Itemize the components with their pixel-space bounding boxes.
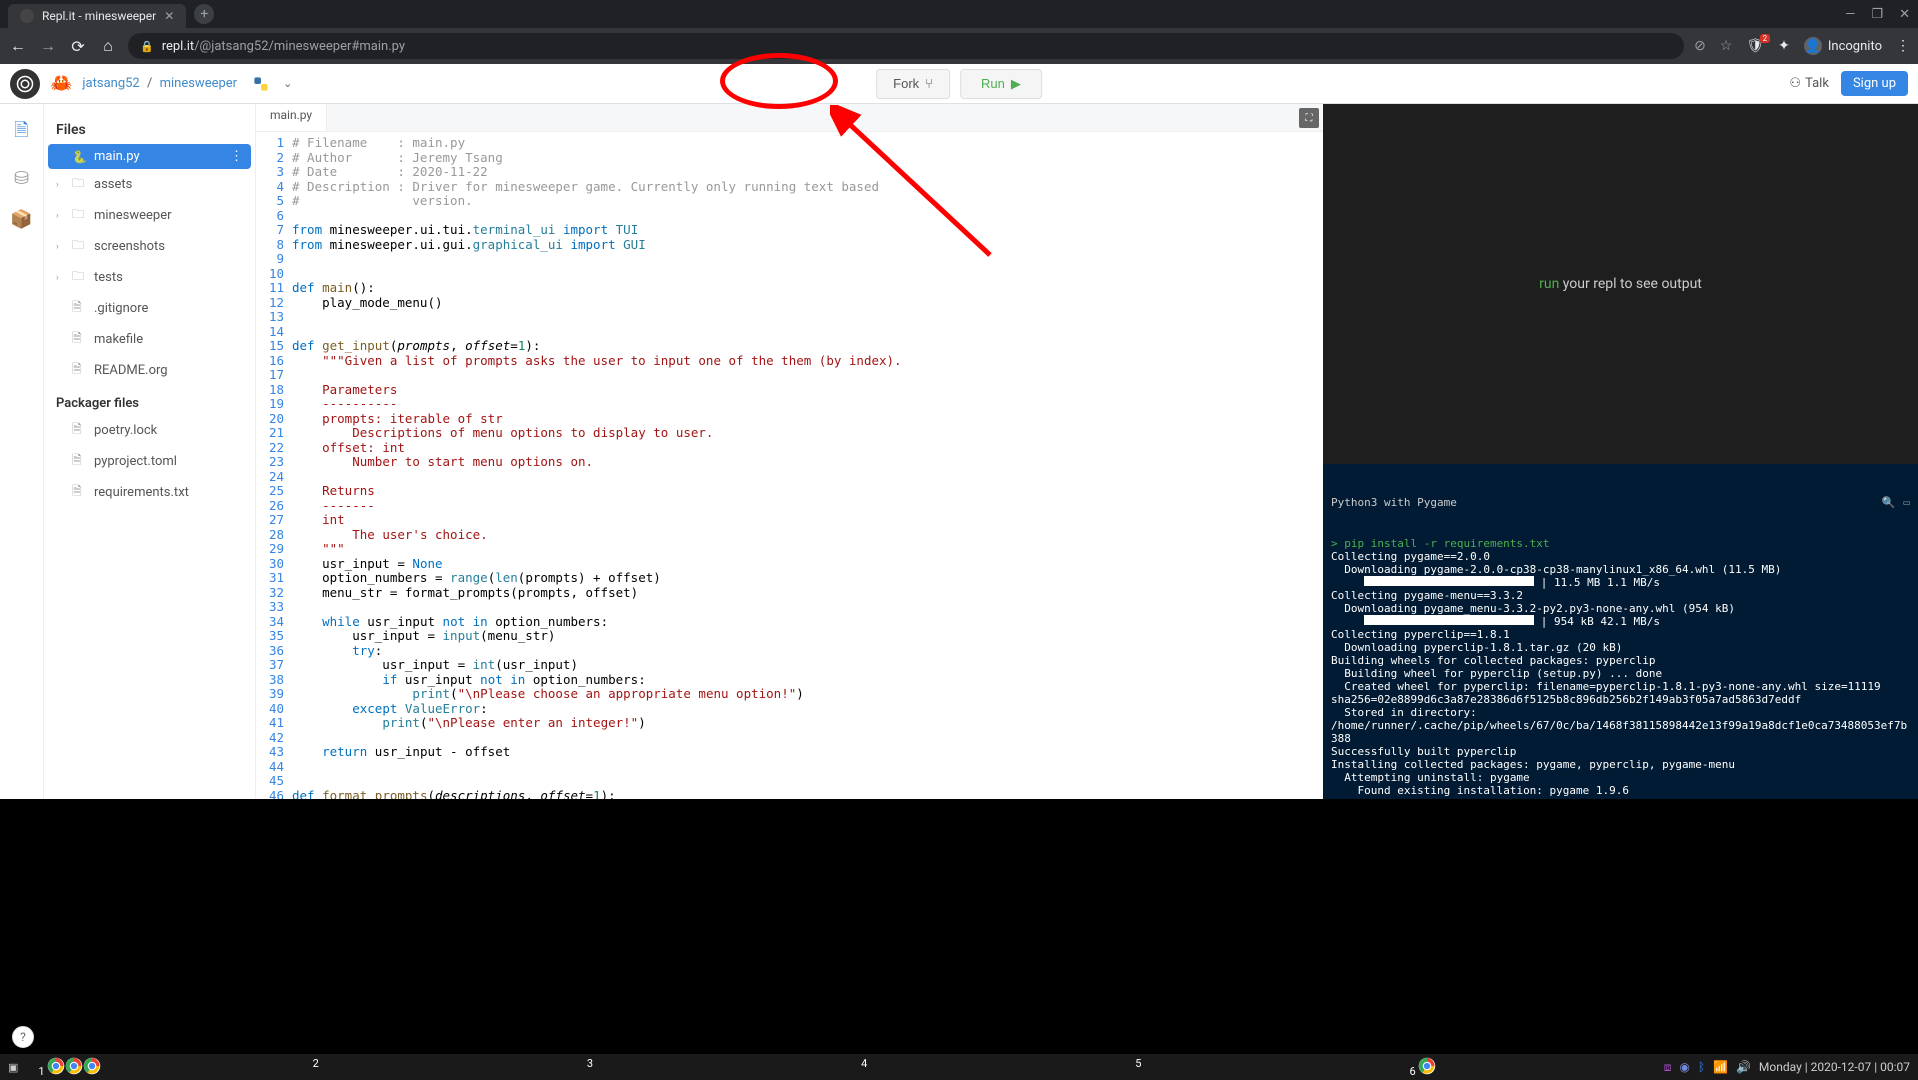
puzzle-icon[interactable]: ✦ <box>1778 38 1790 54</box>
files-heading: Files <box>48 116 251 144</box>
url-input[interactable]: 🔒 repl.it/@jatsang52/minesweeper#main.py <box>128 33 1684 59</box>
run-button[interactable]: Run ▶ <box>960 69 1042 99</box>
run-link[interactable]: run <box>1539 276 1559 292</box>
forward-icon[interactable]: → <box>38 36 58 56</box>
package-rail-icon[interactable]: 📦 <box>10 209 32 230</box>
breadcrumb-repo[interactable]: minesweeper <box>160 76 238 91</box>
file-item-screenshots[interactable]: ›🗀screenshots <box>48 231 251 262</box>
workspace-5[interactable]: 5 <box>1115 1057 1389 1078</box>
menu-icon[interactable]: ⋮ <box>1896 38 1910 54</box>
ublock-icon[interactable]: 🛡2 <box>1746 38 1764 54</box>
file-item-makefile[interactable]: 🗎makefile <box>48 324 251 355</box>
extensions-area: ⊘ ☆ 🛡2 ✦ 👤 Incognito ⋮ <box>1694 37 1910 55</box>
window-controls: — ❐ ✕ <box>1845 7 1910 22</box>
replit-logo[interactable] <box>10 69 40 99</box>
tab-title: Repl.it - minesweeper <box>42 9 156 23</box>
terminal-taskbar-icon[interactable]: ▣ <box>8 1061 18 1074</box>
url-text: repl.it/@jatsang52/minesweeper#main.py <box>162 39 405 54</box>
clock: Monday | 2020-12-07 | 00:07 <box>1759 1060 1910 1074</box>
database-rail-icon[interactable]: ⛁ <box>14 168 29 189</box>
new-tab-button[interactable]: + <box>194 4 214 24</box>
back-icon[interactable]: ← <box>8 36 28 56</box>
star-icon[interactable]: ☆ <box>1720 38 1733 54</box>
reload-icon[interactable]: ⟳ <box>68 37 88 56</box>
eye-off-icon[interactable]: ⊘ <box>1694 38 1706 54</box>
packager-item-poetry-lock[interactable]: 🗎poetry.lock <box>48 415 251 446</box>
expand-icon[interactable]: ⛶ <box>1299 108 1319 128</box>
close-icon[interactable]: ✕ <box>164 9 174 23</box>
terminal-settings-icon[interactable]: ▭ <box>1903 496 1910 509</box>
file-item-tests[interactable]: ›🗀tests <box>48 262 251 293</box>
packager-heading: Packager files <box>48 386 251 415</box>
signup-button[interactable]: Sign up <box>1841 71 1908 96</box>
right-panel: run your repl to see output Python3 with… <box>1323 104 1918 799</box>
chevron-down-icon[interactable]: ⌄ <box>283 77 292 90</box>
crab-icon: 🦀 <box>50 73 72 94</box>
file-item-README-org[interactable]: 🗎README.org <box>48 355 251 386</box>
fork-button[interactable]: Fork ⑂ <box>876 69 950 99</box>
file-item--gitignore[interactable]: 🗎.gitignore <box>48 293 251 324</box>
lock-icon: 🔒 <box>140 40 154 53</box>
file-item-minesweeper[interactable]: ›🗀minesweeper <box>48 200 251 231</box>
help-button[interactable]: ? <box>12 1026 34 1048</box>
activity-rail: 🗎 ⛁ 📦 <box>0 104 44 799</box>
dropbox-icon[interactable]: ⧈ <box>1664 1060 1672 1075</box>
bluetooth-icon[interactable]: ᛒ <box>1698 1060 1705 1074</box>
browser-chrome: Repl.it - minesweeper ✕ + — ❐ ✕ ← → ⟳ ⌂ … <box>0 0 1918 64</box>
browser-tab[interactable]: Repl.it - minesweeper ✕ <box>8 4 186 28</box>
line-gutter: 1234567891011121314151617181920212223242… <box>256 132 292 799</box>
code-content[interactable]: # Filename : main.py# Author : Jeremy Ts… <box>292 132 1323 799</box>
tab-favicon <box>20 9 34 23</box>
search-icon[interactable]: 🔍 <box>1882 496 1896 509</box>
replit-header: 🦀 jatsang52 / minesweeper ⌄ Fork ⑂ Run ▶… <box>0 64 1918 104</box>
code-editor[interactable]: 1234567891011121314151617181920212223242… <box>256 132 1323 799</box>
file-item-main-py[interactable]: 🐍main.py⋮ <box>48 144 251 169</box>
breadcrumb-user[interactable]: jatsang52 <box>82 76 139 91</box>
terminal-title: Python3 with Pygame <box>1331 496 1457 509</box>
file-item-assets[interactable]: ›🗀assets <box>48 169 251 200</box>
file-sidebar: Files 🐍main.py⋮›🗀assets›🗀minesweeper›🗀sc… <box>44 104 256 799</box>
editor-area: main.py ⛶ 123456789101112131415161718192… <box>256 104 1323 799</box>
editor-tab-main[interactable]: main.py <box>256 104 327 131</box>
taskbar: ▣ 1 2 3 4 5 6 ⧈ ◉ ᛒ 📶 🔊 Monday | 2020-12… <box>0 1054 1918 1080</box>
volume-icon[interactable]: 🔊 <box>1736 1060 1751 1074</box>
incognito-badge: 👤 Incognito <box>1804 37 1882 55</box>
breadcrumb: jatsang52 / minesweeper <box>82 76 237 91</box>
maximize-icon[interactable]: ❐ <box>1871 7 1883 22</box>
incognito-icon: 👤 <box>1804 37 1822 55</box>
packager-item-pyproject-toml[interactable]: 🗎pyproject.toml <box>48 446 251 477</box>
editor-tabs: main.py ⛶ <box>256 104 1323 132</box>
wifi-icon[interactable]: 📶 <box>1713 1060 1728 1074</box>
files-rail-icon[interactable]: 🗎 <box>14 118 28 148</box>
discord-icon[interactable]: ◉ <box>1679 1060 1689 1074</box>
workspace-2[interactable]: 2 <box>293 1057 567 1078</box>
terminal-pane[interactable]: Python3 with Pygame 🔍 ▭ > pip install -r… <box>1323 464 1918 799</box>
address-bar: ← → ⟳ ⌂ 🔒 repl.it/@jatsang52/minesweeper… <box>0 28 1918 64</box>
workspace-6[interactable]: 6 <box>1390 1057 1664 1078</box>
output-pane: run your repl to see output <box>1323 104 1918 464</box>
workspace-4[interactable]: 4 <box>841 1057 1115 1078</box>
ide-main: 🗎 ⛁ 📦 Files 🐍main.py⋮›🗀assets›🗀minesweep… <box>0 104 1918 799</box>
workspace-3[interactable]: 3 <box>567 1057 841 1078</box>
python-icon <box>253 76 269 92</box>
home-icon[interactable]: ⌂ <box>98 36 118 56</box>
workspace-1[interactable]: 1 <box>18 1057 292 1078</box>
fork-icon: ⑂ <box>925 76 933 91</box>
play-icon: ▶ <box>1011 76 1021 92</box>
packager-item-requirements-txt[interactable]: 🗎requirements.txt <box>48 477 251 508</box>
tab-bar: Repl.it - minesweeper ✕ + — ❐ ✕ <box>0 0 1918 28</box>
people-icon: ⚇ <box>1789 76 1801 91</box>
minimize-icon[interactable]: — <box>1845 7 1855 22</box>
talk-button[interactable]: ⚇ Talk <box>1789 76 1829 91</box>
close-window-icon[interactable]: ✕ <box>1899 7 1910 22</box>
